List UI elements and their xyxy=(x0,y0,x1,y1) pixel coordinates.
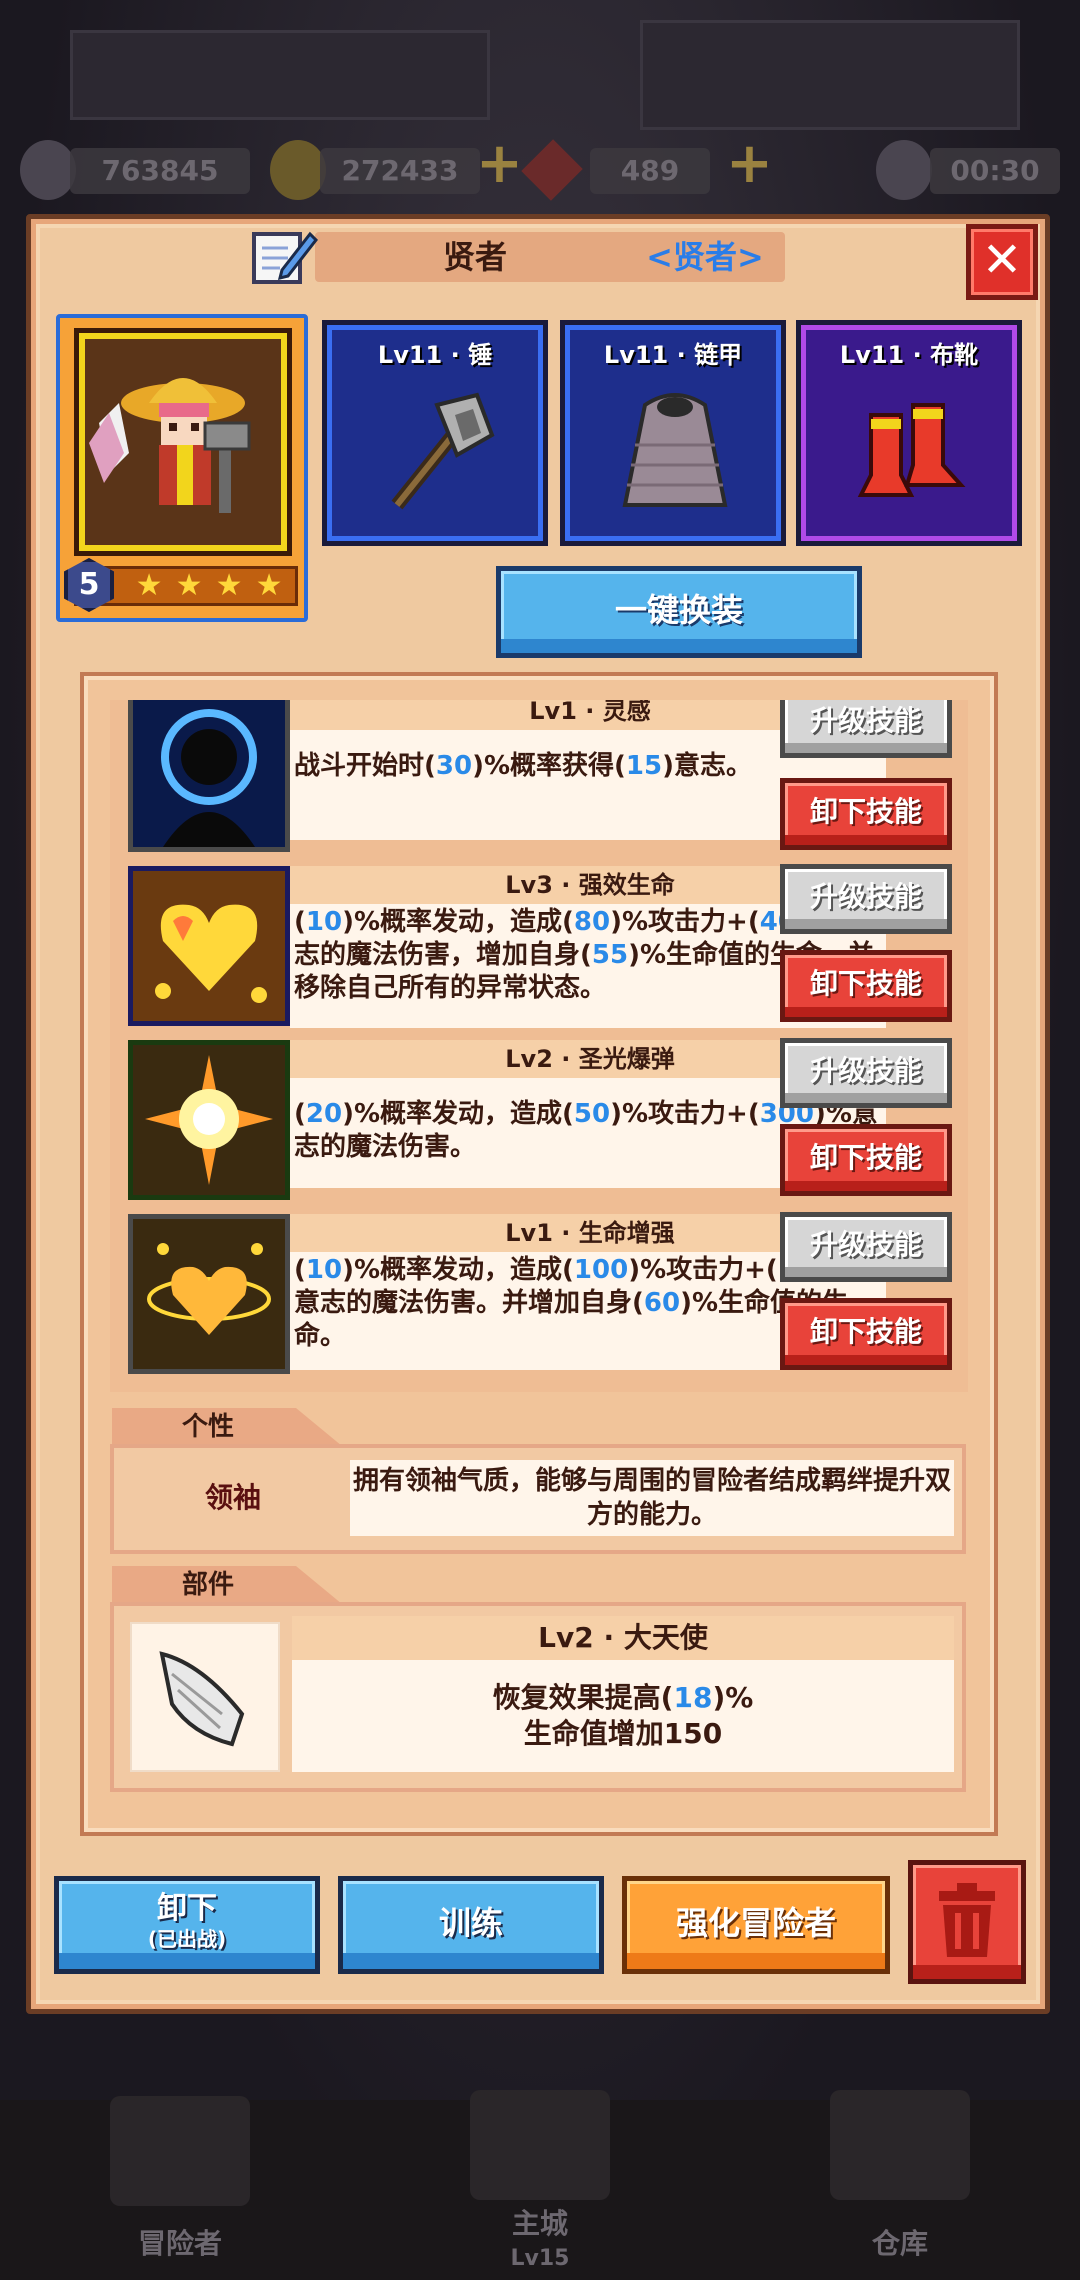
clock-icon xyxy=(876,140,932,200)
skill-row: Lv2 · 圣光爆弹 (20)%概率发动，造成(50)%攻击力+(300)%意志… xyxy=(110,1034,968,1202)
add-gold-button[interactable]: + xyxy=(476,136,523,192)
main-city-nav-icon[interactable] xyxy=(470,2090,610,2200)
nav-warehouse-label[interactable]: 仓库 xyxy=(820,2222,980,2262)
background-building xyxy=(640,20,1020,130)
warehouse-nav-icon[interactable] xyxy=(830,2090,970,2200)
skill-list[interactable]: Lv1 · 灵感 战斗开始时(30)%概率获得(15)意志。 升级技能 卸下技能… xyxy=(110,700,968,1392)
sage-character-icon xyxy=(89,378,251,513)
trait-description: 拥有领袖气质，能够与周围的冒险者结成羁绊提升双方的能力。 xyxy=(350,1460,954,1536)
equipment-label: Lv11 · 链甲 xyxy=(603,341,743,369)
hero-portrait-card: ★ ★ ★ ★ 5 xyxy=(56,314,308,622)
skill-row: Lv1 · 灵感 战斗开始时(30)%概率获得(15)意志。 升级技能 卸下技能 xyxy=(110,700,968,854)
trait-name: 领袖 xyxy=(204,1481,261,1514)
train-button[interactable]: 训练 xyxy=(338,1876,604,1974)
unequip-skill-button[interactable]: 卸下技能 xyxy=(780,1298,952,1370)
hero-class-tag: <贤者> xyxy=(646,238,764,276)
nav-main-city-label[interactable]: 主城 xyxy=(460,2202,620,2242)
add-gem-button[interactable]: + xyxy=(726,136,773,192)
resource-bar: 763845 272433 + 489 + 00:30 xyxy=(0,136,1080,201)
skill-row: Lv1 · 生命增强 (10)%概率发动，造成(100)%攻击力+(120)%意… xyxy=(110,1208,968,1376)
gem-icon xyxy=(521,139,583,201)
star-icon: ★ xyxy=(255,568,283,603)
skill-icon-strong-life xyxy=(128,866,290,1026)
upgrade-skill-button[interactable]: 升级技能 xyxy=(780,1212,952,1282)
star-icon: ★ xyxy=(135,568,163,603)
skill-icon-inspiration xyxy=(128,700,290,852)
adventurer-nav-icon[interactable] xyxy=(110,2096,250,2206)
unequip-skill-button[interactable]: 卸下技能 xyxy=(780,1124,952,1196)
nav-main-city-level: Lv15 xyxy=(510,2246,570,2271)
enhance-adventurer-button[interactable]: 强化冒险者 xyxy=(622,1876,890,1974)
rename-pencil-icon[interactable] xyxy=(248,222,318,288)
hero-name: 贤者 xyxy=(442,238,507,276)
power-value: 763845 xyxy=(70,148,250,194)
nav-adventurer-label[interactable]: 冒险者 xyxy=(100,2222,260,2262)
unequip-skill-button[interactable]: 卸下技能 xyxy=(780,950,952,1022)
timer-value: 00:30 xyxy=(930,148,1060,194)
dismiss-hero-button[interactable] xyxy=(908,1860,1026,1984)
part-description: 恢复效果提高(18)% 生命值增加150 xyxy=(292,1660,954,1772)
wing-part-icon[interactable] xyxy=(130,1622,280,1772)
equipment-slot-armor[interactable]: Lv11 · 链甲 xyxy=(560,320,786,546)
part-box: Lv2 · 大天使 恢复效果提高(18)% 生命值增加150 xyxy=(110,1602,966,1792)
background-building xyxy=(70,30,490,120)
chainmail-icon xyxy=(622,393,728,507)
upgrade-skill-button[interactable]: 升级技能 xyxy=(780,1038,952,1108)
power-icon xyxy=(20,140,76,200)
upgrade-skill-button[interactable]: 升级技能 xyxy=(780,700,952,758)
skill-icon-life-boost xyxy=(128,1214,290,1374)
trait-box: 领袖 拥有领袖气质，能够与周围的冒险者结成羁绊提升双方的能力。 xyxy=(110,1444,966,1554)
gold-coin-icon xyxy=(270,140,326,200)
unequip-skill-button[interactable]: 卸下技能 xyxy=(780,778,952,850)
unequip-hero-button[interactable]: 卸下 (已出战) xyxy=(54,1876,320,1974)
equipment-label: Lv11 · 布靴 xyxy=(839,341,979,369)
gem-value: 489 xyxy=(590,148,710,194)
upgrade-skill-button[interactable]: 升级技能 xyxy=(780,864,952,934)
skill-row: Lv3 · 强效生命 (10)%概率发动，造成(80)%攻击力+(405)%意志… xyxy=(110,860,968,1028)
skill-icon-holy-light-bomb xyxy=(128,1040,290,1200)
equipment-label: Lv11 · 锤 xyxy=(377,341,493,369)
one-click-equip-button[interactable]: 一键换装 xyxy=(496,566,862,658)
part-name: Lv2 · 大天使 xyxy=(292,1616,954,1660)
equipment-slot-boots[interactable]: Lv11 · 布靴 xyxy=(796,320,1022,546)
star-icon: ★ xyxy=(175,568,203,603)
trash-icon xyxy=(939,1883,995,1957)
close-button[interactable]: ✕ xyxy=(966,224,1038,300)
hero-portrait xyxy=(74,328,292,556)
hammer-icon xyxy=(391,392,495,510)
star-icon: ★ xyxy=(215,568,243,603)
boots-icon xyxy=(857,403,966,497)
equipment-slot-weapon[interactable]: Lv11 · 锤 xyxy=(322,320,548,546)
gold-value: 272433 xyxy=(320,148,480,194)
